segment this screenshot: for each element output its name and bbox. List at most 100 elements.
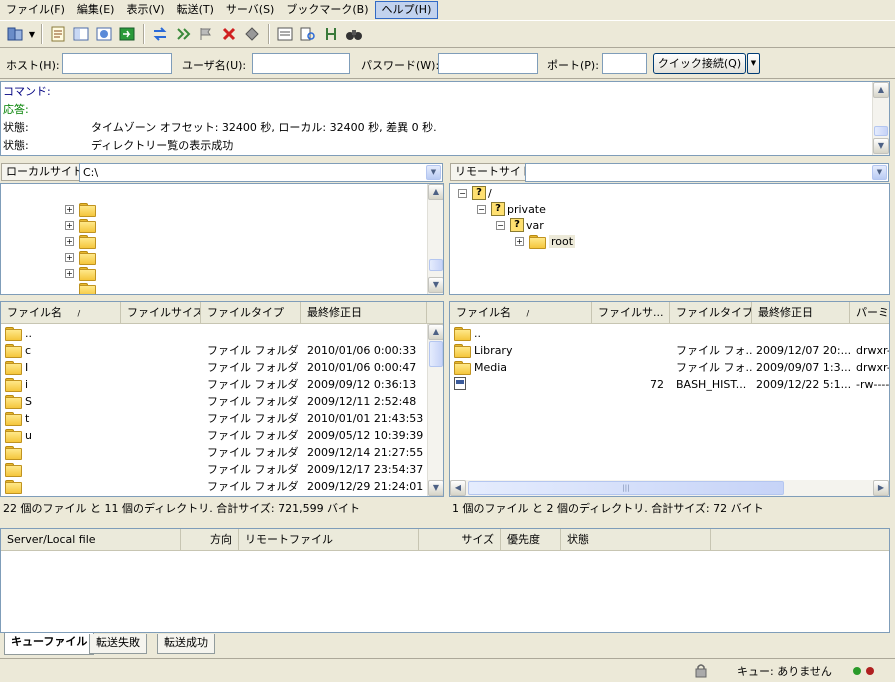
column-header-filetype[interactable]: ファイルタイプ bbox=[201, 302, 301, 323]
host-input[interactable] bbox=[62, 53, 172, 74]
port-input[interactable] bbox=[602, 53, 647, 74]
column-header-permissions[interactable]: パーミ... bbox=[850, 302, 889, 323]
tree-node[interactable]: + bbox=[65, 265, 99, 281]
scroll-left-icon[interactable]: ◀ bbox=[450, 480, 466, 496]
log-scrollbar[interactable]: ▲ ▼ bbox=[872, 82, 889, 155]
menu-server[interactable]: サーバ(S) bbox=[220, 1, 280, 19]
scroll-thumb[interactable]: ||| bbox=[468, 481, 784, 495]
tree-node[interactable]: + bbox=[65, 233, 99, 249]
column-header-size[interactable]: サイズ bbox=[419, 529, 501, 550]
column-header-remote-file[interactable]: リモートファイル bbox=[239, 529, 419, 550]
table-row[interactable]: t ファイル フォルダ 2010/01/01 21:43:53 bbox=[1, 410, 443, 427]
column-header-priority[interactable]: 優先度 bbox=[501, 529, 561, 550]
site-manager-icon[interactable] bbox=[4, 23, 26, 45]
quickconnect-button[interactable]: クイック接続(Q) bbox=[653, 53, 746, 74]
expand-icon[interactable]: + bbox=[65, 252, 74, 262]
expand-icon[interactable]: + bbox=[65, 220, 74, 230]
table-row[interactable]: .. bbox=[450, 325, 889, 342]
menu-edit[interactable]: 編集(E) bbox=[71, 1, 121, 19]
cancel-operation-icon[interactable] bbox=[195, 23, 217, 45]
menu-help[interactable]: ヘルプ(H) bbox=[374, 1, 439, 19]
column-header-filename[interactable]: ファイル名 / bbox=[1, 302, 121, 323]
menu-file[interactable]: ファイル(F) bbox=[0, 1, 71, 19]
tree-node[interactable]: + bbox=[65, 249, 99, 265]
collapse-icon[interactable]: − bbox=[477, 204, 486, 214]
menu-transfer[interactable]: 転送(T) bbox=[171, 1, 220, 19]
column-header-modified[interactable]: 最終修正日 bbox=[752, 302, 850, 323]
table-row[interactable]: S ファイル フォルダ 2009/12/11 2:52:48 bbox=[1, 393, 443, 410]
chevron-down-icon[interactable]: ▼ bbox=[426, 165, 441, 180]
directory-listing-filter-icon[interactable] bbox=[274, 23, 296, 45]
chevron-down-icon[interactable]: ▼ bbox=[872, 165, 887, 180]
table-row[interactable]: Media ファイル フォ... 2009/09/07 1:3... drwxr-..… bbox=[450, 359, 889, 376]
tab-queued-files[interactable]: キューファイル bbox=[4, 633, 95, 655]
table-row[interactable]: c ファイル フォルダ 2010/01/06 0:00:33 bbox=[1, 342, 443, 359]
table-row[interactable]: u ファイル フォルダ 2009/05/12 10:39:39 bbox=[1, 427, 443, 444]
table-row[interactable]: .. bbox=[1, 325, 443, 342]
toggle-local-tree-icon[interactable] bbox=[70, 23, 92, 45]
scroll-thumb[interactable] bbox=[429, 341, 443, 367]
tab-failed-transfers[interactable]: 転送失敗 bbox=[89, 634, 147, 654]
scroll-thumb[interactable] bbox=[874, 126, 888, 136]
local-list-scrollbar[interactable]: ▲ ▼ bbox=[427, 324, 443, 496]
local-path-combo[interactable]: C:\ ▼ bbox=[79, 163, 443, 182]
scroll-up-icon[interactable]: ▲ bbox=[428, 324, 443, 340]
tree-node[interactable] bbox=[79, 281, 99, 294]
toggle-remote-tree-icon[interactable] bbox=[93, 23, 115, 45]
quickconnect-dropdown-button[interactable]: ▼ bbox=[747, 53, 760, 74]
expand-icon[interactable]: + bbox=[515, 236, 524, 246]
scroll-down-icon[interactable]: ▼ bbox=[428, 277, 443, 293]
synchronized-browsing-icon[interactable] bbox=[320, 23, 342, 45]
search-binoculars-icon[interactable] bbox=[343, 23, 365, 45]
table-row[interactable]: ファイル フォルダ 2009/12/29 21:24:01 bbox=[1, 478, 443, 495]
tab-successful-transfers[interactable]: 転送成功 bbox=[157, 634, 215, 654]
expand-icon[interactable]: + bbox=[65, 204, 74, 214]
collapse-icon[interactable]: − bbox=[496, 220, 505, 230]
process-queue-icon[interactable] bbox=[172, 23, 194, 45]
scroll-up-icon[interactable]: ▲ bbox=[428, 184, 443, 200]
table-row[interactable]: 72 BASH_HIST... 2009/12/22 5:1... -rw-----.… bbox=[450, 376, 889, 393]
tree-node[interactable]: + bbox=[65, 201, 99, 217]
column-header-direction[interactable]: 方向 bbox=[181, 529, 239, 550]
scroll-thumb[interactable] bbox=[429, 259, 443, 271]
tree-node-root[interactable]: − ? / bbox=[458, 185, 492, 201]
table-row[interactable]: ファイル フォルダ 2009/12/14 21:27:55 bbox=[1, 444, 443, 461]
column-header-status[interactable]: 状態 bbox=[561, 529, 711, 550]
toggle-log-icon[interactable] bbox=[47, 23, 69, 45]
scroll-right-icon[interactable]: ▶ bbox=[873, 480, 889, 496]
refresh-icon[interactable] bbox=[149, 23, 171, 45]
local-tree-scrollbar[interactable]: ▲ ▼ bbox=[427, 184, 443, 294]
tree-node-root-folder[interactable]: + root bbox=[515, 233, 576, 249]
username-input[interactable] bbox=[252, 53, 350, 74]
column-header-filetype[interactable]: ファイルタイプ bbox=[670, 302, 752, 323]
scroll-up-icon[interactable]: ▲ bbox=[873, 82, 889, 98]
table-row[interactable]: i ファイル フォルダ 2009/09/12 0:36:13 bbox=[1, 376, 443, 393]
expand-icon[interactable]: + bbox=[65, 268, 74, 278]
toolbar-separator bbox=[143, 24, 145, 44]
table-row[interactable]: I ファイル フォルダ 2010/01/06 0:00:47 bbox=[1, 359, 443, 376]
reconnect-icon[interactable] bbox=[241, 23, 263, 45]
site-manager-dropdown-icon[interactable]: ▼ bbox=[27, 23, 37, 45]
collapse-icon[interactable]: − bbox=[458, 188, 467, 198]
disconnect-icon[interactable] bbox=[218, 23, 240, 45]
menu-view[interactable]: 表示(V) bbox=[120, 1, 170, 19]
remote-list-hscrollbar[interactable]: ◀ ||| ▶ bbox=[450, 480, 889, 496]
tree-node-var[interactable]: − ? var bbox=[496, 217, 544, 233]
toggle-queue-icon[interactable] bbox=[116, 23, 138, 45]
scroll-down-icon[interactable]: ▼ bbox=[873, 138, 889, 154]
menu-bookmarks[interactable]: ブックマーク(B) bbox=[280, 1, 374, 19]
scroll-down-icon[interactable]: ▼ bbox=[428, 480, 443, 496]
password-input[interactable] bbox=[438, 53, 538, 74]
column-header-filesize[interactable]: ファイルサイズ bbox=[121, 302, 201, 323]
compare-directories-icon[interactable] bbox=[297, 23, 319, 45]
column-header-filesize[interactable]: ファイルサ... bbox=[592, 302, 670, 323]
column-header-modified[interactable]: 最終修正日 bbox=[301, 302, 427, 323]
tree-node[interactable]: + bbox=[65, 217, 99, 233]
expand-icon[interactable]: + bbox=[65, 236, 74, 246]
remote-path-combo[interactable]: ▼ bbox=[525, 163, 889, 182]
column-header-server-local-file[interactable]: Server/Local file bbox=[1, 529, 181, 550]
column-header-filename[interactable]: ファイル名 / bbox=[450, 302, 592, 323]
table-row[interactable]: Library ファイル フォ... 2009/12/07 20:... drwxr-… bbox=[450, 342, 889, 359]
tree-node-private[interactable]: − ? private bbox=[477, 201, 546, 217]
table-row[interactable]: ファイル フォルダ 2009/12/17 23:54:37 bbox=[1, 461, 443, 478]
